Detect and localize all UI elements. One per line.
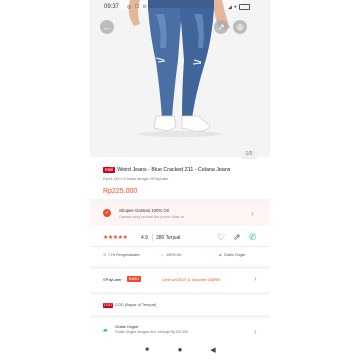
guarantee-title: Shopee Garansi 100% Ori xyxy=(119,208,170,213)
section-divider xyxy=(90,266,270,269)
back-button[interactable]: ← xyxy=(100,20,114,34)
rating-score: 4.9 xyxy=(141,235,148,241)
truck-icon: ▰ xyxy=(219,253,222,257)
section-divider xyxy=(90,315,270,318)
arrow-left-icon: ← xyxy=(102,22,112,32)
return-icon: ⟲ xyxy=(103,253,107,257)
notification-icons: ◎ ☐ ⊙ ✉ xyxy=(127,4,156,10)
spaylater-row[interactable]: SPayLater BARU Limit s/d 50JT & Voucher … xyxy=(90,274,270,287)
shipping-title: Gratis Ongkir xyxy=(115,324,139,329)
truck-icon: ▰ xyxy=(103,328,108,334)
signal-wifi-battery-icons: ◢ ✦ xyxy=(228,4,251,11)
section-divider xyxy=(90,292,270,295)
product-title: Weird Jeans - Blue Cracked Z11 - Celana … xyxy=(117,167,231,173)
cart-button[interactable]: ⊕ xyxy=(233,20,247,34)
badge-return: ⟲ 7 Hr Pengembalian xyxy=(103,253,140,257)
badge-original: ✓ 100% Ori xyxy=(161,253,182,257)
rating-stars: ★★★★★ xyxy=(103,235,128,241)
spaylater-new-tag: BARU xyxy=(127,276,141,282)
cod-row[interactable]: COD COD (Bayar di Tempat) xyxy=(103,302,156,308)
chevron-right-icon: › xyxy=(254,327,257,336)
shield-icon: ✓ xyxy=(103,209,111,217)
battery-icon xyxy=(239,4,251,10)
home-button[interactable]: ● xyxy=(173,345,187,354)
check-icon: ✓ xyxy=(161,253,165,257)
whatsapp-icon[interactable]: ✆ xyxy=(249,232,257,243)
system-nav-bar: ■ ● ◀ xyxy=(90,341,270,360)
badge-free-shipping: ▰ Gratis Ongkir xyxy=(219,253,246,257)
mall-badge: Mall xyxy=(103,167,116,173)
spaylater-label: SPayLater xyxy=(103,277,122,282)
rating-row[interactable]: ★★★★★ 4.9 280 Terjual ♡ ⇗ ✆ xyxy=(103,232,263,244)
cart-icon: ⊕ xyxy=(236,22,244,32)
cod-label: COD (Bayar di Tempat) xyxy=(114,302,157,307)
chevron-right-icon: › xyxy=(254,274,257,283)
signal-icon: ◢ ✦ xyxy=(228,4,238,11)
guarantee-banner[interactable]: ✓ Shopee Garansi 100% Ori Garansi uang k… xyxy=(90,202,270,226)
sold-count: 280 Terjual xyxy=(156,235,181,241)
service-badges[interactable]: ⟲ 7 Hr Pengembalian ✓ 100% Ori ▰ Gratis Ong… xyxy=(103,253,263,261)
rating-separator xyxy=(152,234,153,241)
product-price: Rp225.000 xyxy=(103,188,138,195)
shipping-row[interactable]: ▰ Gratis Ongkir Gratis Ongkir dengan min… xyxy=(103,323,263,339)
spaylater-desc: Limit s/d 50JT & Voucher 250RB xyxy=(162,277,220,282)
chevron-right-icon: › xyxy=(251,209,254,218)
shipping-subtitle: Gratis Ongkir dengan min. belanja Rp120.… xyxy=(115,330,189,334)
guarantee-subtitle: Garansi uang kembali jika produk tidak o… xyxy=(119,215,185,219)
heart-icon[interactable]: ♡ xyxy=(217,232,225,243)
installment-info[interactable]: Rp44.135 x 6 bulan dengan SPayLater xyxy=(103,177,168,181)
cod-tag: COD xyxy=(103,303,113,308)
back-nav-button[interactable]: ◀ xyxy=(206,346,220,354)
recent-apps-button[interactable]: ■ xyxy=(140,347,154,353)
share-button[interactable]: ↗ xyxy=(214,20,228,34)
product-screen: 09:37 ◎ ☐ ⊙ ✉ ◢ ✦ ← ↗ ⊕ 1/5 Mall Weird J… xyxy=(0,0,360,360)
section-divider xyxy=(90,246,270,247)
status-time: 09:37 xyxy=(104,4,120,10)
image-counter: 1/5 xyxy=(241,150,257,159)
share-icon: ↗ xyxy=(217,22,225,32)
status-bar: 09:37 ◎ ☐ ⊙ ✉ ◢ ✦ xyxy=(0,0,360,14)
share-icon[interactable]: ⇗ xyxy=(233,232,241,243)
product-title-row: Mall Weird Jeans - Blue Cracked Z11 - Cel… xyxy=(103,167,273,174)
